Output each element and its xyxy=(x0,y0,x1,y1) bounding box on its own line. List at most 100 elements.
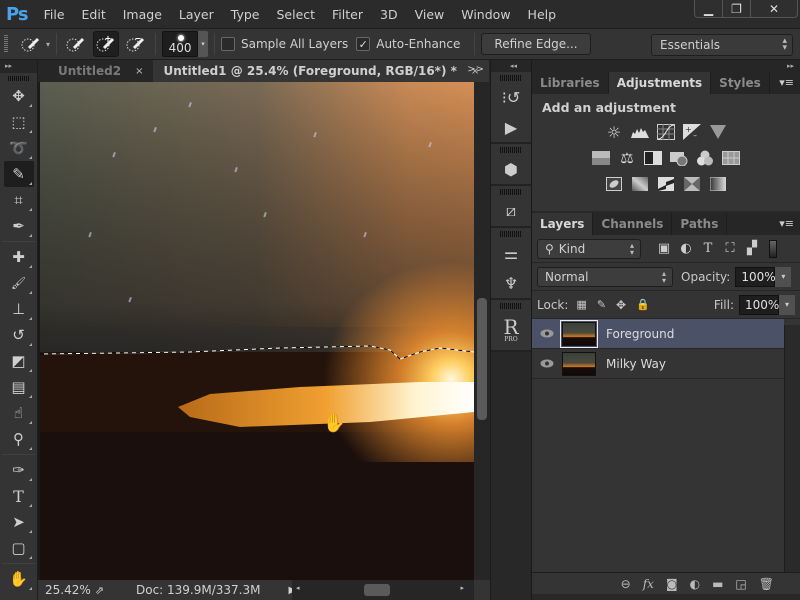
document-canvas[interactable]: ✋ xyxy=(40,82,474,580)
dock-grip[interactable] xyxy=(500,231,522,237)
eye-icon[interactable] xyxy=(532,359,562,368)
filter-smart-objects-icon[interactable]: ▞ xyxy=(741,240,763,258)
brightness-contrast-icon[interactable]: ☼ xyxy=(604,123,624,142)
filter-adjustment-layers-icon[interactable]: ◐ xyxy=(675,240,697,258)
menu-filter[interactable]: Filter xyxy=(332,7,363,22)
photo-filter-icon[interactable] xyxy=(669,149,689,167)
layer-row-milky-way[interactable]: Milky Way xyxy=(532,349,784,379)
dock-grip[interactable] xyxy=(500,189,522,195)
black-white-icon[interactable] xyxy=(643,149,663,167)
eye-icon[interactable] xyxy=(532,329,562,338)
options-bar-grip[interactable] xyxy=(4,35,8,53)
tabs-overflow-button[interactable]: >> xyxy=(467,64,484,75)
layer-filter-kind-select[interactable]: ⚲ Kind ▴ ▾ xyxy=(537,238,641,259)
export-icon[interactable]: ⇗ xyxy=(95,584,104,597)
rectangle-tool[interactable]: ▢ xyxy=(4,535,34,561)
menu-view[interactable]: View xyxy=(415,7,445,22)
threshold-icon[interactable] xyxy=(656,175,676,193)
tab-untitled2[interactable]: Untitled2 × xyxy=(48,60,154,82)
new-selection-button[interactable] xyxy=(63,31,89,57)
lock-transparent-pixels-icon[interactable]: ▦ xyxy=(576,298,586,311)
trash-icon[interactable]: 🗑 xyxy=(759,577,774,591)
gradient-tool[interactable]: ▤ xyxy=(4,374,34,400)
vertical-scroll-thumb[interactable] xyxy=(477,298,487,420)
selective-color-icon[interactable] xyxy=(682,175,702,193)
vibrance-icon[interactable] xyxy=(708,123,728,141)
filter-toggle-switch[interactable] xyxy=(769,239,777,258)
color-balance-icon[interactable]: ⚖ xyxy=(617,149,637,167)
posterize-icon[interactable] xyxy=(630,175,650,193)
minimize-button[interactable]: ▁ xyxy=(695,0,723,17)
panel-menu-icon[interactable]: ▾≡ xyxy=(779,76,794,89)
menu-window[interactable]: Window xyxy=(461,7,510,22)
filter-type-layers-icon[interactable]: T xyxy=(697,240,719,258)
rectangular-marquee-tool[interactable]: ⬚ xyxy=(4,109,34,135)
refine-edge-button[interactable]: Refine Edge... xyxy=(481,33,591,55)
spot-healing-brush-tool[interactable]: ✚ xyxy=(4,244,34,270)
move-tool[interactable]: ✥ xyxy=(4,83,34,109)
menu-help[interactable]: Help xyxy=(528,7,557,22)
history-panel-button[interactable]: ⁝↺ xyxy=(491,82,531,112)
blend-mode-select[interactable]: Normal ▴ ▾ xyxy=(537,266,673,287)
brushes-panel-button[interactable]: ♆ xyxy=(491,268,531,298)
dock-grip[interactable] xyxy=(500,303,522,309)
new-adjustment-layer-icon[interactable]: ◐ xyxy=(690,577,700,591)
tab-untitled1[interactable]: Untitled1 @ 25.4% (Foreground, RGB/16*) … xyxy=(153,60,490,82)
canvas-area[interactable]: ✋ xyxy=(38,82,474,580)
brush-tool[interactable]: 🖌 xyxy=(4,270,34,296)
restore-button[interactable]: ❐ xyxy=(723,0,751,17)
color-lookup-icon[interactable] xyxy=(721,149,741,167)
menu-type[interactable]: Type xyxy=(231,7,260,22)
scroll-right-icon[interactable]: ▸ xyxy=(460,584,464,592)
layers-scrollbar[interactable] xyxy=(784,325,800,573)
lock-position-icon[interactable]: ✥ xyxy=(616,298,626,312)
levels-icon[interactable] xyxy=(630,123,650,141)
lasso-tool[interactable]: ➰ xyxy=(4,135,34,161)
brush-size-picker[interactable]: 400 xyxy=(162,31,199,57)
type-tool[interactable]: T xyxy=(4,483,34,509)
close-button[interactable]: ✕ xyxy=(751,0,797,17)
auto-enhance-checkbox[interactable]: ✓ xyxy=(356,37,371,51)
tab-libraries[interactable]: Libraries xyxy=(532,72,609,94)
menu-image[interactable]: Image xyxy=(123,7,162,22)
tab-adjustments[interactable]: Adjustments xyxy=(608,72,712,94)
new-layer-icon[interactable]: ◲ xyxy=(735,577,746,591)
menu-select[interactable]: Select xyxy=(276,7,315,22)
tool-preset-picker[interactable] xyxy=(18,31,44,57)
gradient-map-icon[interactable] xyxy=(708,175,728,193)
workspace-switcher[interactable]: Essentials ▴ ▾ xyxy=(651,34,793,56)
brush-presets-button[interactable]: ⚌ xyxy=(491,238,531,268)
horizontal-scroll-thumb[interactable] xyxy=(364,584,390,596)
menu-3d[interactable]: 3D xyxy=(380,7,398,22)
fill-slider-dropdown[interactable]: ▾ xyxy=(779,294,795,315)
tab-layers[interactable]: Layers xyxy=(532,213,594,235)
opacity-slider-dropdown[interactable]: ▾ xyxy=(775,266,792,287)
zoom-level[interactable]: 25.42% xyxy=(45,583,91,597)
horizontal-scrollbar[interactable]: ◂ ▸ xyxy=(292,580,474,600)
blur-tool[interactable]: ☝ xyxy=(4,400,34,426)
tab-paths[interactable]: Paths xyxy=(672,213,728,235)
filter-shape-layers-icon[interactable]: ⛶ xyxy=(719,240,741,258)
dock-grip[interactable] xyxy=(500,147,522,153)
eyedropper-tool[interactable]: ✒ xyxy=(4,213,34,239)
menu-edit[interactable]: Edit xyxy=(82,7,106,22)
add-to-selection-button[interactable] xyxy=(93,31,120,57)
opacity-input[interactable]: 100% xyxy=(735,266,776,287)
chevron-down-icon[interactable]: ▾ xyxy=(46,40,50,49)
quick-selection-tool[interactable]: ✎ xyxy=(3,161,34,187)
tab-channels[interactable]: Channels xyxy=(593,213,673,235)
tab-styles[interactable]: Styles xyxy=(711,72,770,94)
lock-all-icon[interactable]: 🔒 xyxy=(636,298,650,311)
r-pro-plugin-button[interactable]: R PRO xyxy=(491,310,531,350)
sample-all-layers-checkbox[interactable] xyxy=(221,37,236,51)
panel-menu-icon[interactable]: ▾≡ xyxy=(779,217,794,230)
history-brush-tool[interactable]: ↺ xyxy=(4,322,34,348)
fill-input[interactable]: 100% xyxy=(739,294,779,315)
vertical-scrollbar[interactable] xyxy=(474,82,490,580)
toolbox-collapse-button[interactable]: ▸▸ xyxy=(0,60,37,73)
menu-layer[interactable]: Layer xyxy=(179,7,214,22)
dock-collapse-button[interactable]: ◂◂ xyxy=(491,60,531,72)
toolbox-grip[interactable] xyxy=(7,73,30,83)
curves-icon[interactable] xyxy=(656,123,676,141)
menu-file[interactable]: File xyxy=(44,7,65,22)
